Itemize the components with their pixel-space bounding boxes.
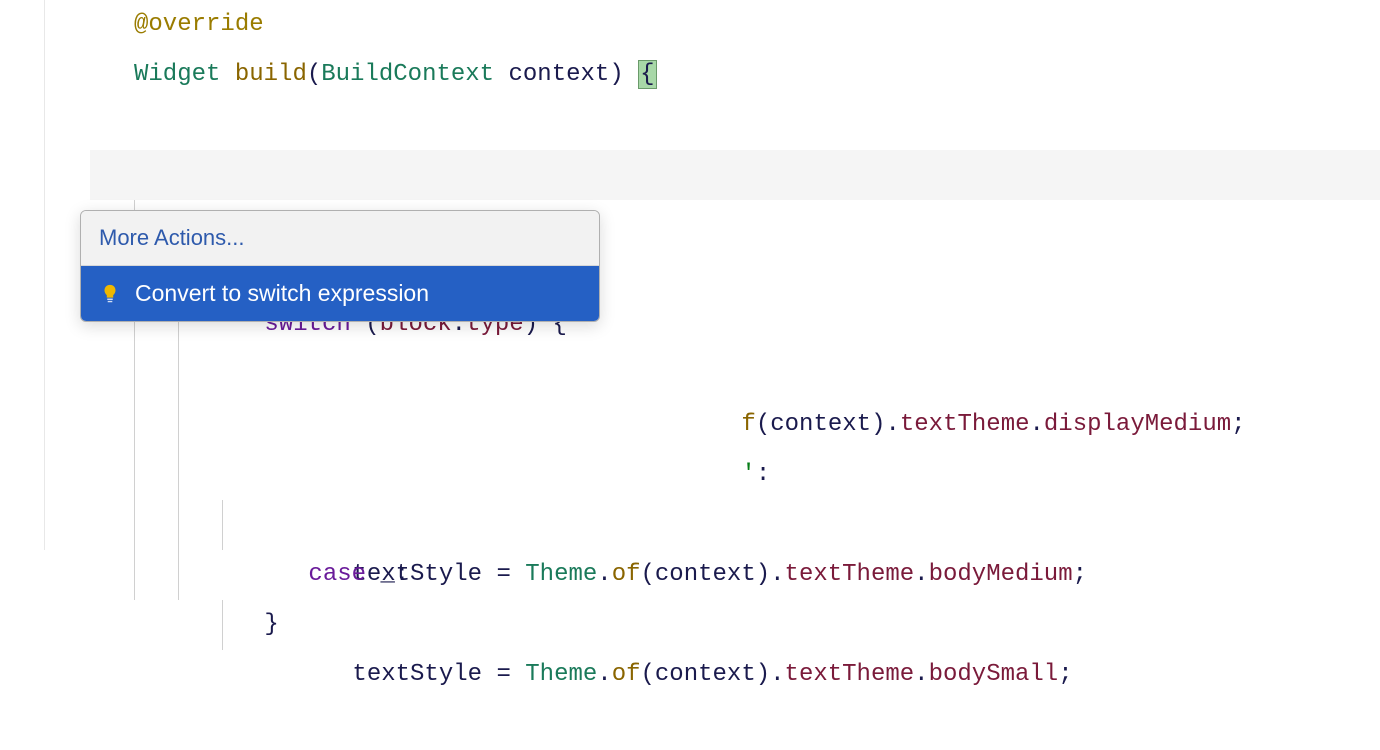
brace-matched: {	[638, 60, 656, 89]
code-line[interactable]: textStyle = Theme.of(context).textTheme.…	[90, 450, 1380, 500]
code-line[interactable]: @override	[90, 0, 1380, 50]
code-line[interactable]: case _:	[90, 400, 1380, 450]
code-line[interactable]: Widget build(BuildContext context) {	[90, 50, 1380, 100]
paren: (	[307, 61, 321, 88]
property: textTheme	[785, 661, 915, 688]
argument: context	[655, 661, 756, 688]
code-line[interactable]: TextStyle? textStyle;	[90, 100, 1380, 150]
class-name: Theme	[525, 661, 597, 688]
variable: textStyle	[352, 661, 482, 688]
property: bodySmall	[929, 661, 1059, 688]
popup-item-convert-switch[interactable]: Convert to switch expression	[81, 266, 599, 321]
equals: =	[496, 661, 510, 688]
type-name: BuildContext	[321, 61, 494, 88]
lightbulb-icon	[99, 283, 121, 305]
annotation: @override	[134, 11, 264, 38]
popup-item-label: Convert to switch expression	[135, 280, 429, 307]
code-line-active[interactable]: switch (block.type) {	[90, 150, 1380, 200]
code-editor[interactable]: @override Widget build(BuildContext cont…	[0, 0, 1380, 550]
brace-close: }	[264, 611, 278, 638]
code-line[interactable]: textStyle = Theme.of(context).textTheme.…	[90, 350, 1380, 400]
param-name: context	[508, 61, 609, 88]
intention-bulb-icon[interactable]	[50, 164, 72, 186]
method-name: build	[235, 61, 307, 88]
code-line[interactable]: }	[90, 500, 1380, 550]
indent-guide	[134, 550, 135, 600]
paren: (	[641, 661, 655, 688]
semicolon: ;	[1058, 661, 1072, 688]
method-name: of	[612, 661, 641, 688]
paren: )	[609, 61, 623, 88]
popup-header[interactable]: More Actions...	[81, 211, 599, 266]
indent-guide	[178, 550, 179, 600]
gutter-area	[0, 0, 45, 550]
type-name: Widget	[134, 61, 220, 88]
dot: .	[597, 661, 611, 688]
paren: )	[756, 661, 770, 688]
intention-popup: More Actions... Convert to switch expres…	[80, 210, 600, 322]
dot: .	[770, 661, 784, 688]
dot: .	[914, 661, 928, 688]
